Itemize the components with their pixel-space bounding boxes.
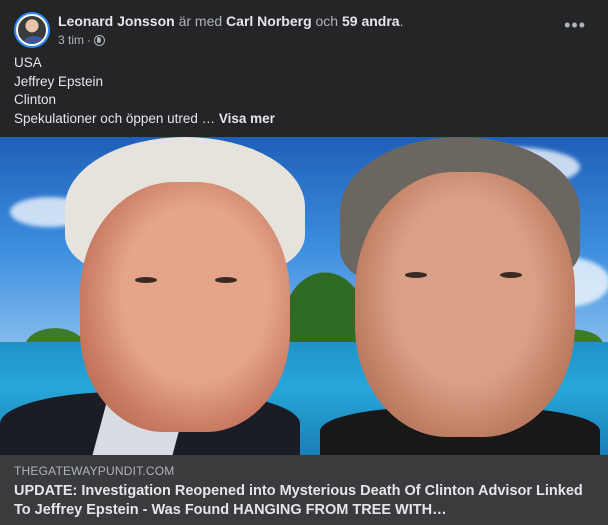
person-face <box>80 182 290 432</box>
and-text: och <box>315 13 339 29</box>
globe-icon <box>94 34 106 46</box>
others-link[interactable]: 59 andra <box>342 13 400 29</box>
post-text-line: Clinton <box>14 92 57 107</box>
truncated-text: Spekulationer och öppen utred … <box>14 110 219 126</box>
feed-post: Leonard Jonsson är med Carl Norberg och … <box>0 0 608 525</box>
person-eye <box>405 272 427 278</box>
post-text: USA Jeffrey Epstein Clinton Spekulatione… <box>14 54 594 128</box>
post-timestamp-line: 3 tim · <box>58 32 403 48</box>
link-preview-caption[interactable]: THEGATEWAYPUNDIT.COM UPDATE: Investigati… <box>0 455 608 525</box>
avatar-image <box>16 14 48 46</box>
post-meta: Leonard Jonsson är med Carl Norberg och … <box>58 12 403 48</box>
avatar[interactable] <box>14 12 50 48</box>
person-eye <box>215 277 237 283</box>
image-person-left <box>0 137 330 455</box>
period-text: . <box>399 13 404 29</box>
author-name-link[interactable]: Leonard Jonsson <box>58 13 175 29</box>
person-eye <box>500 272 522 278</box>
person-eye <box>135 277 157 283</box>
link-preview-image[interactable] <box>0 137 608 455</box>
link-headline[interactable]: UPDATE: Investigation Reopened into Myst… <box>14 482 596 520</box>
post-author-line: Leonard Jonsson är med Carl Norberg och … <box>58 12 403 30</box>
with-text: är med <box>178 13 223 29</box>
more-options-icon[interactable]: ••• <box>564 16 586 34</box>
post-text-line: Jeffrey Epstein <box>14 73 104 89</box>
link-domain: THEGATEWAYPUNDIT.COM <box>14 464 175 478</box>
timestamp-link[interactable]: 3 tim <box>58 32 84 48</box>
post-text-line-truncated: Spekulationer och öppen utred … Visa mer <box>14 110 594 129</box>
image-person-right <box>320 137 600 455</box>
post-header: Leonard Jonsson är med Carl Norberg och … <box>14 12 594 48</box>
see-more-link[interactable]: Visa mer <box>219 111 275 126</box>
post-text-line: USA <box>14 55 42 70</box>
separator-dot: · <box>87 33 92 47</box>
tagged-user-link[interactable]: Carl Norberg <box>226 13 312 29</box>
person-face <box>355 172 575 437</box>
